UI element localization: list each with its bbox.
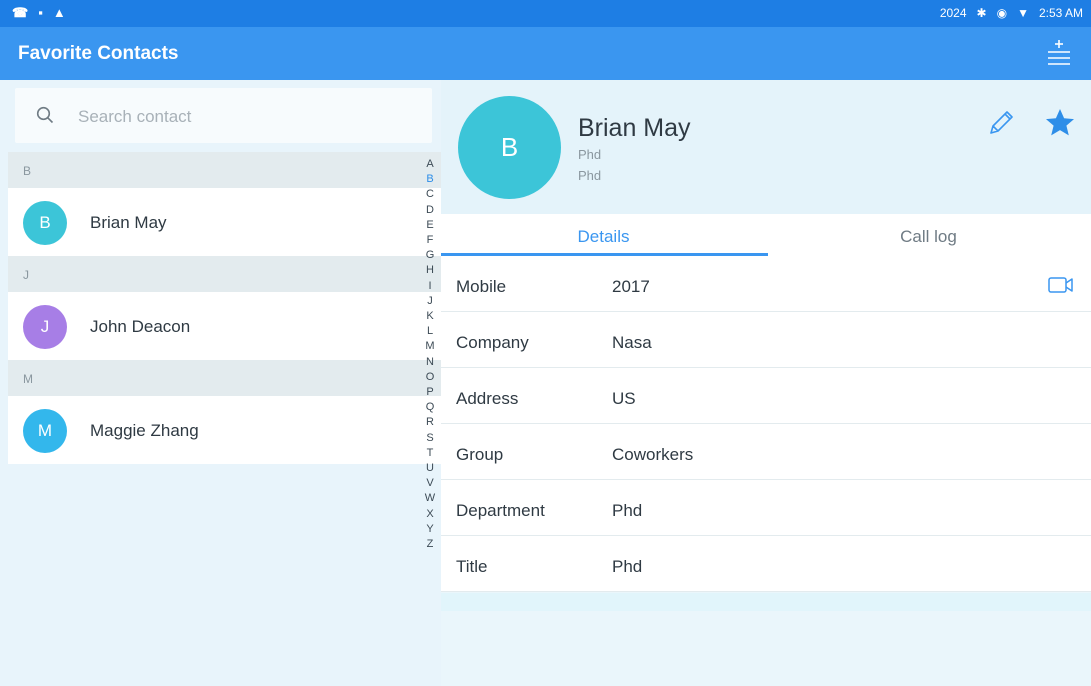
field-value: Coworkers <box>612 445 694 464</box>
section-letter: J <box>23 268 29 282</box>
contact-name: Brian May <box>90 213 167 232</box>
field-value: 2017 <box>612 277 650 296</box>
divider <box>441 593 1091 611</box>
alphabet-letter[interactable]: I <box>423 279 437 294</box>
alphabet-letter[interactable]: Y <box>423 522 437 537</box>
field-label: Department <box>456 501 545 520</box>
field-row-mobile: Mobile 2017 <box>441 256 1091 312</box>
pencil-icon <box>990 111 1013 134</box>
wifi-calling-icon: ☎ <box>12 5 29 20</box>
field-value: US <box>612 389 636 408</box>
image-icon: ▪ <box>38 5 43 20</box>
warning-icon: ▲ <box>52 5 66 20</box>
status-bar: ☎ ▪ ▲ 2024 ✱ ◉ ▼ 2:53 AM <box>0 0 1091 27</box>
search-placeholder: Search contact <box>78 107 192 126</box>
alphabet-letter[interactable]: M <box>423 339 437 354</box>
field-row-group: Group Coworkers <box>441 424 1091 480</box>
field-label: Title <box>456 557 488 576</box>
alphabet-letter[interactable]: E <box>423 218 437 233</box>
page-title: Favorite Contacts <box>18 43 179 64</box>
add-list-button[interactable] <box>1047 40 1071 66</box>
field-row-address: Address US <box>441 368 1091 424</box>
alphabet-letter[interactable]: X <box>423 507 437 522</box>
alphabet-letter[interactable]: B <box>423 172 437 187</box>
video-call-icon[interactable] <box>1048 275 1074 295</box>
detail-tabs: Details Call log <box>441 214 1091 256</box>
contacts-panel: Search contact B B Brian May J J John De… <box>0 80 441 686</box>
alphabet-index[interactable]: ABCDEFGHIJKLMNOPQRSTUVWXYZ <box>423 157 437 552</box>
alphabet-letter[interactable]: Z <box>423 537 437 552</box>
wifi-icon: ▼ <box>1017 6 1029 20</box>
alphabet-letter[interactable]: P <box>423 385 437 400</box>
section-letter: M <box>23 372 33 386</box>
detail-header: B Brian May Phd Phd <box>441 80 1091 214</box>
avatar: M <box>23 409 67 453</box>
alphabet-letter[interactable]: V <box>423 476 437 491</box>
detail-name: Brian May <box>578 114 691 142</box>
edit-button[interactable] <box>986 108 1016 138</box>
avatar: B <box>23 201 67 245</box>
alphabet-letter[interactable]: H <box>423 263 437 278</box>
alphabet-letter[interactable]: O <box>423 370 437 385</box>
bluetooth-icon: ✱ <box>976 6 987 20</box>
field-label: Company <box>456 333 529 352</box>
search-icon <box>36 106 54 124</box>
alphabet-letter[interactable]: R <box>423 415 437 430</box>
status-date: 2024 <box>939 6 967 20</box>
alphabet-letter[interactable]: U <box>423 461 437 476</box>
section-header-m: M <box>8 360 441 396</box>
alphabet-letter[interactable]: J <box>423 294 437 309</box>
field-label: Address <box>456 389 519 408</box>
alphabet-letter[interactable]: S <box>423 431 437 446</box>
alphabet-letter[interactable]: L <box>423 324 437 339</box>
location-icon: ◉ <box>996 6 1008 20</box>
star-icon <box>1046 109 1074 136</box>
alphabet-letter[interactable]: N <box>423 355 437 370</box>
field-row-title: Title Phd <box>441 536 1091 592</box>
alphabet-letter[interactable]: C <box>423 187 437 202</box>
alphabet-letter[interactable]: F <box>423 233 437 248</box>
field-row-department: Department Phd <box>441 480 1091 536</box>
alphabet-letter[interactable]: W <box>423 491 437 506</box>
contact-name: John Deacon <box>90 317 191 336</box>
field-label: Group <box>456 445 504 464</box>
tab-call-log[interactable]: Call log <box>766 214 1091 256</box>
alphabet-letter[interactable]: A <box>423 157 437 172</box>
section-header-b: B <box>8 152 441 188</box>
alphabet-letter[interactable]: T <box>423 446 437 461</box>
alphabet-letter[interactable]: K <box>423 309 437 324</box>
contact-john-deacon[interactable]: J John Deacon <box>8 292 441 360</box>
alphabet-letter[interactable]: Q <box>423 400 437 415</box>
app-bar: Favorite Contacts <box>0 27 1091 80</box>
detail-subtitle-2: Phd <box>578 168 602 183</box>
avatar: J <box>23 305 67 349</box>
field-value: Nasa <box>612 333 652 352</box>
section-letter: B <box>23 164 32 178</box>
field-value: Phd <box>612 501 643 520</box>
detail-subtitle: Phd <box>578 147 602 162</box>
avatar: B <box>458 96 561 199</box>
field-label: Mobile <box>456 277 507 296</box>
status-time: 2:53 AM <box>1038 6 1083 20</box>
field-value: Phd <box>612 557 643 576</box>
favorite-button[interactable] <box>1044 107 1076 139</box>
contact-brian-may[interactable]: B Brian May <box>8 188 441 256</box>
alphabet-letter[interactable]: G <box>423 248 437 263</box>
contact-detail-panel: B Brian May Phd Phd Details Call log Mob… <box>441 80 1091 686</box>
section-header-j: J <box>8 256 441 292</box>
tab-details[interactable]: Details <box>441 214 766 256</box>
add-list-icon <box>1048 40 1070 65</box>
field-row-company: Company Nasa <box>441 312 1091 368</box>
alphabet-letter[interactable]: D <box>423 203 437 218</box>
search-input[interactable]: Search contact <box>15 88 432 143</box>
contact-name: Maggie Zhang <box>90 421 199 440</box>
contact-maggie-zhang[interactable]: M Maggie Zhang <box>8 396 441 464</box>
